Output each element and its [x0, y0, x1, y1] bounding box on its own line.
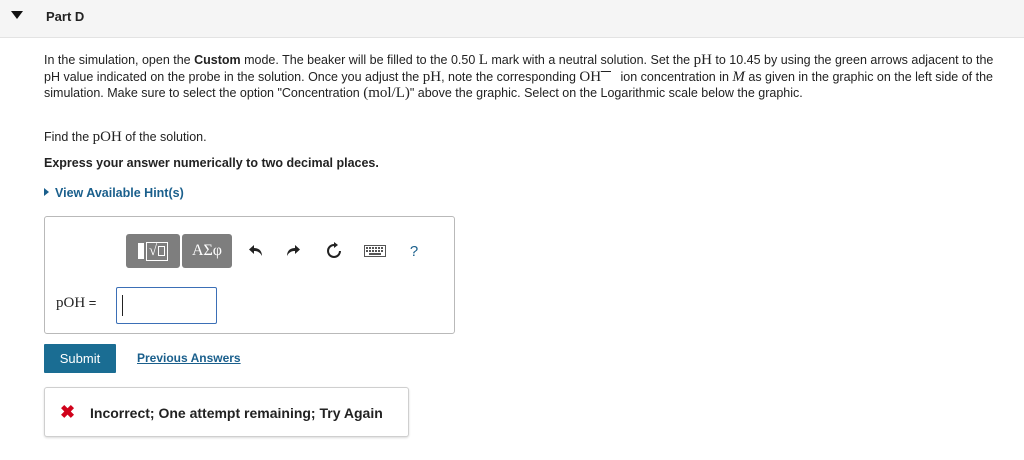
question-text: Find the pOH of the solution. [44, 129, 207, 146]
previous-answers-link[interactable]: Previous Answers [137, 351, 241, 365]
part-title: Part D [46, 9, 85, 24]
templates-icon: √ [137, 241, 169, 261]
instr-ph-1: pH [693, 52, 712, 68]
instr-text-1: In the simulation, open the [44, 53, 195, 67]
instr-m: M [732, 68, 745, 85]
redo-icon[interactable] [281, 240, 303, 262]
view-hints-link[interactable]: View Available Hint(s) [44, 186, 184, 200]
feedback-box: ✖ Incorrect; One attempt remaining; Try … [44, 387, 409, 437]
instr-text-3: mode. The beaker will be filled to the 0… [240, 53, 479, 67]
hint-caret-icon [44, 188, 49, 196]
instr-ph-2: pH [422, 68, 442, 85]
instr-custom: Custom [194, 53, 241, 67]
collapse-caret-icon[interactable] [11, 11, 23, 19]
answer-input[interactable] [116, 287, 217, 324]
part-header[interactable]: Part D [0, 0, 1024, 38]
feedback-text: Incorrect; One attempt remaining; Try Ag… [90, 405, 383, 421]
undo-icon[interactable] [246, 240, 268, 262]
text-cursor [122, 295, 123, 316]
answer-box: √ ΑΣφ ? pOH = [44, 216, 455, 334]
instr-text-5: mark with a neutral solution. Set the [487, 53, 694, 67]
instr-mol-l: (mol/L) [363, 85, 410, 101]
question-suffix: of the solution. [121, 130, 207, 144]
instr-text-9: , note the corresponding [441, 69, 580, 84]
greek-symbols-button[interactable]: ΑΣφ [182, 234, 232, 268]
math-toolbar: √ ΑΣφ ? [126, 234, 426, 268]
superscript-minus [601, 70, 612, 72]
help-button[interactable]: ? [403, 240, 425, 262]
answer-label: pOH = [56, 295, 96, 312]
x-icon: ✖ [60, 402, 76, 422]
submit-button[interactable]: Submit [44, 344, 116, 373]
instructions: In the simulation, open the Custom mode.… [44, 52, 1004, 102]
reset-icon[interactable] [323, 240, 345, 262]
keyboard-icon[interactable] [362, 240, 388, 262]
question-prefix: Find the [44, 130, 93, 144]
answer-equals: = [85, 295, 97, 310]
question-symbol: pOH [92, 129, 122, 145]
answer-symbol: pOH [56, 295, 86, 311]
instr-text-15: " above the graphic. Select on the Logar… [409, 86, 803, 100]
instr-oh: OH [579, 68, 602, 85]
instr-unit-l: L [478, 52, 488, 68]
instr-text-11: ion concentration in [617, 69, 733, 84]
hints-label: View Available Hint(s) [55, 186, 184, 200]
express-instruction: Express your answer numerically to two d… [44, 156, 379, 170]
templates-button[interactable]: √ [126, 234, 180, 268]
